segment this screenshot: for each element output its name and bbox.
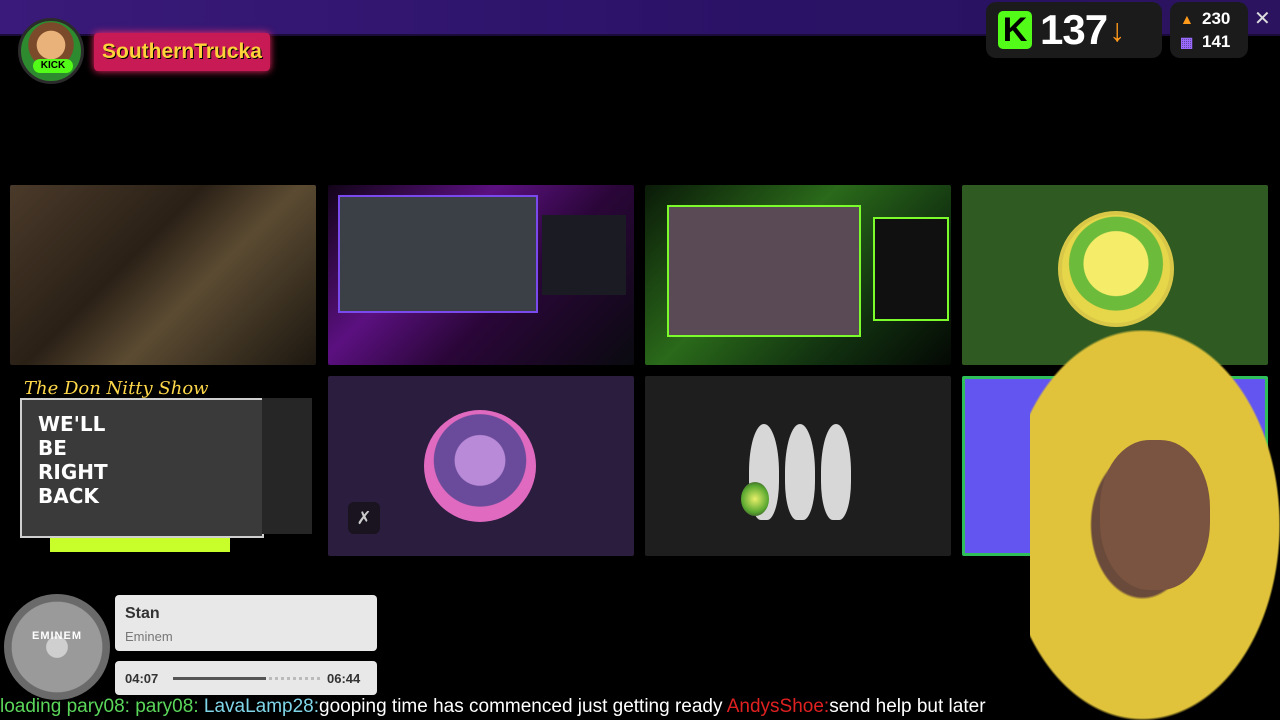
- playback-progress: 04:07 06:44: [115, 661, 377, 695]
- brb-banner-strip: [50, 538, 230, 552]
- subs-count: 141: [1202, 32, 1231, 51]
- orb-icon: [741, 482, 769, 516]
- chat-message: send help but later: [829, 696, 986, 717]
- chat-message: gooping time has commenced just getting …: [319, 696, 727, 717]
- song-artist: Eminem: [125, 629, 173, 644]
- stream-tile-7[interactable]: [645, 376, 951, 556]
- viewer-count: 137: [1040, 6, 1108, 53]
- total-time: 06:44: [327, 671, 361, 686]
- show-title: The Don Nitty Show: [24, 378, 209, 399]
- alien-icon: [821, 424, 851, 520]
- streamer-avatar: KICK: [18, 18, 84, 84]
- webcam-frame: [667, 205, 861, 337]
- person-icon: ▲: [1180, 11, 1194, 27]
- chat-username: pary08:: [66, 696, 130, 717]
- chat-username: AndysShoe:: [726, 696, 830, 717]
- muted-mic-icon[interactable]: ✗: [348, 502, 380, 534]
- webcam-face: [1100, 440, 1210, 590]
- stream-tile-2[interactable]: [328, 185, 634, 365]
- stream-tile-1[interactable]: [10, 185, 316, 365]
- progress-track: [173, 677, 321, 680]
- streamer-webcam: [1030, 330, 1280, 720]
- game-screen: [338, 195, 538, 313]
- stream-tile-5[interactable]: The Don Nitty Show WE'LL BE RIGHT BACK: [10, 376, 316, 556]
- album-art: EMINEM: [4, 594, 110, 700]
- brb-text: WE'LL BE RIGHT BACK: [38, 412, 108, 508]
- chat-message: loading: [0, 696, 67, 717]
- stats-panel: ▲ 230 ▦ 141: [1170, 2, 1248, 58]
- stream-tile-3[interactable]: [645, 185, 951, 365]
- progress-fill: [173, 677, 267, 680]
- chat-username: LavaLamp28:: [203, 696, 320, 717]
- bar-chart-icon: ▦: [1180, 33, 1194, 50]
- song-title: Stan: [125, 605, 160, 622]
- kick-logo-icon: K: [998, 11, 1032, 49]
- streamer-name-badge: SouthernTrucka: [94, 33, 270, 71]
- current-time: 04:07: [125, 671, 159, 686]
- alien-icon: [785, 424, 815, 520]
- avatar-kick-badge: KICK: [33, 59, 73, 73]
- info-panel: [873, 217, 949, 321]
- pepe-avatar-icon: [1058, 211, 1174, 327]
- brb-side-panel: [262, 398, 312, 534]
- stream-tile-6[interactable]: ✗: [328, 376, 634, 556]
- viewer-counter: K 137 ↓: [986, 2, 1162, 58]
- followers-stat: ▲ 230: [1180, 9, 1230, 29]
- chat-ticker: loading pary08: pary08: LavaLamp28:goopi…: [0, 694, 1280, 720]
- brb-screen: WE'LL BE RIGHT BACK: [20, 398, 264, 538]
- now-playing-card: Stan Eminem: [115, 595, 377, 651]
- close-icon[interactable]: ✕: [1254, 6, 1271, 31]
- arrow-down-icon: ↓: [1109, 11, 1126, 48]
- album-label: EMINEM: [32, 630, 82, 642]
- streamer-name: SouthernTrucka: [102, 40, 262, 63]
- chat-panel: [542, 215, 626, 295]
- followers-count: 230: [1202, 9, 1231, 28]
- subs-stat: ▦ 141: [1180, 32, 1230, 52]
- mushroom-avatar-icon: [424, 410, 536, 522]
- chat-username: pary08:: [135, 696, 199, 717]
